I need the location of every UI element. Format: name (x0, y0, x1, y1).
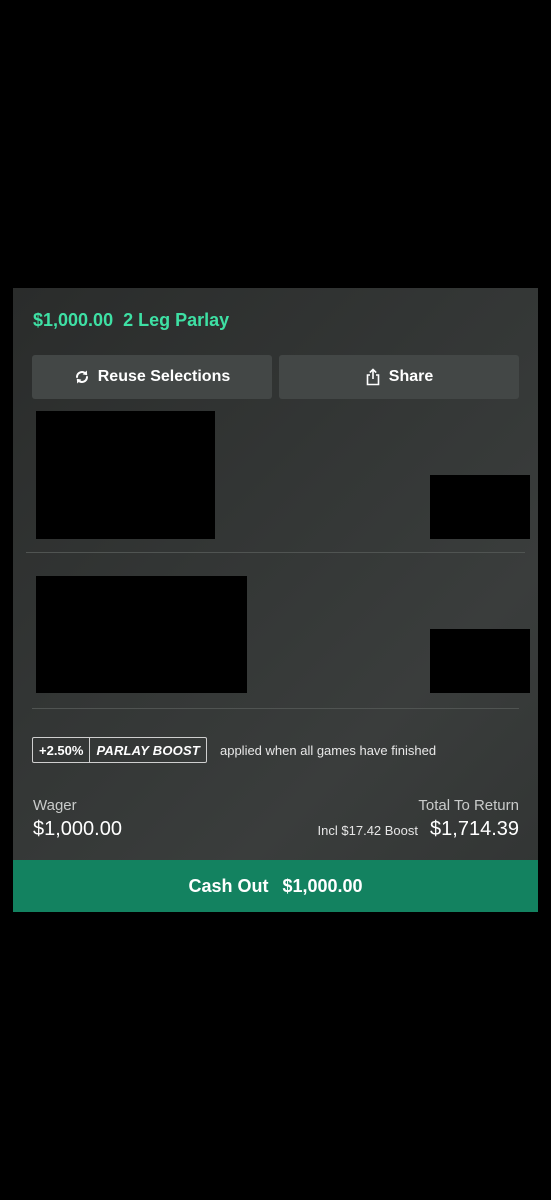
boost-included-amount: Incl $17.42 Boost (317, 823, 419, 838)
reuse-selections-button[interactable]: Reuse Selections (32, 355, 272, 399)
bet-title: $1,000.00 2 Leg Parlay (33, 310, 229, 331)
bet-type: 2 Leg Parlay (123, 310, 230, 330)
share-button[interactable]: Share (279, 355, 519, 399)
leg-divider (26, 552, 525, 553)
boost-label: PARLAY BOOST (96, 742, 200, 758)
boost-note: applied when all games have finished (219, 742, 437, 758)
total-return-label: Total To Return (418, 797, 519, 814)
wager-label: Wager (33, 797, 77, 814)
reuse-selections-label: Reuse Selections (97, 368, 231, 385)
cash-out-amount: $1,000.00 (282, 875, 363, 896)
boost-percent: +2.50% (33, 738, 91, 762)
legs-bottom-divider (32, 708, 519, 709)
cash-out-button[interactable]: Cash Out $1,000.00 (13, 860, 538, 912)
total-return-row: Incl $17.42 Boost $1,714.39 (318, 818, 519, 841)
redacted-leg-1-odds (430, 475, 530, 539)
wager-value: $1,000.00 (33, 818, 122, 840)
bet-stake: $1,000.00 (33, 310, 114, 330)
total-return-value: $1,714.39 (430, 818, 519, 840)
share-label: Share (388, 368, 434, 385)
refresh-icon (74, 369, 90, 385)
redacted-leg-2-odds (430, 629, 530, 693)
redacted-leg-2-details (36, 576, 247, 693)
share-icon (365, 368, 381, 386)
parlay-boost-row: +2.50% PARLAY BOOST applied when all gam… (32, 737, 436, 763)
bet-card: $1,000.00 2 Leg Parlay Reuse Selections S… (13, 288, 538, 912)
redacted-leg-1-details (36, 411, 215, 539)
parlay-boost-badge: +2.50% PARLAY BOOST (32, 737, 207, 763)
cash-out-label: Cash Out (188, 875, 269, 896)
